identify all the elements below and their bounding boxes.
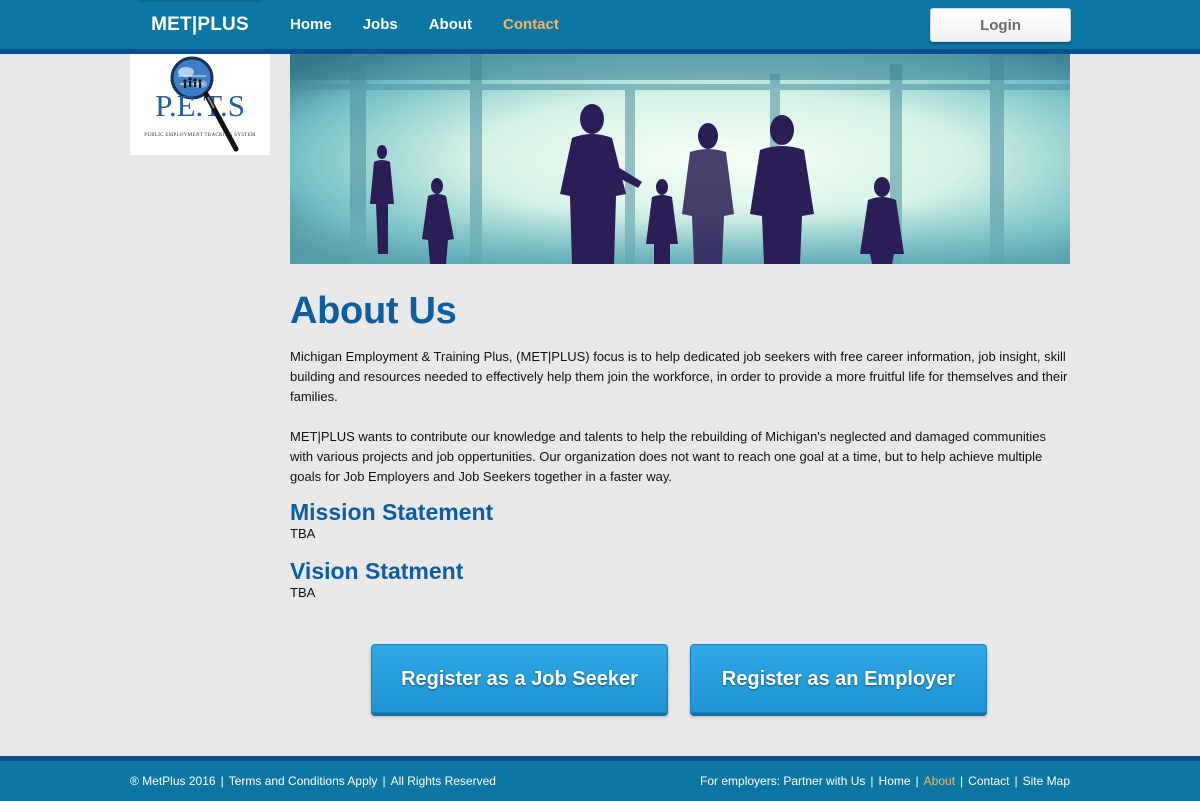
login-button[interactable]: Login <box>930 8 1071 42</box>
footer-separator: | <box>1014 774 1018 788</box>
business-silhouettes-image <box>290 54 1070 264</box>
about-paragraph-1: Michigan Employment & Training Plus, (ME… <box>290 349 1068 404</box>
main-nav: Home Jobs About Contact <box>274 0 574 48</box>
pets-logo[interactable]: P.E.T.S PUBLIC EMPLOYMENT TRACKING SYSTE… <box>130 54 270 155</box>
footer-rights: All Rights Reserved <box>390 774 496 788</box>
footer-link-sitemap[interactable]: Site Map <box>1023 774 1070 788</box>
register-employer-button[interactable]: Register as an Employer <box>690 644 987 713</box>
about-section: About Us Michigan Employment & Training … <box>290 288 1072 601</box>
footer-link-home[interactable]: Home <box>879 774 911 788</box>
page-title: About Us <box>290 290 457 332</box>
hero-image <box>290 54 1070 264</box>
footer-separator: | <box>915 774 919 788</box>
footer-separator: | <box>870 774 874 788</box>
footer-copyright-block: ® MetPlus 2016 | Terms and Conditions Appl… <box>130 761 496 801</box>
nav-contact[interactable]: Contact <box>503 16 559 33</box>
footer-separator: | <box>382 774 386 788</box>
footer-links: For employers: Partner with Us | Home | Abou… <box>700 761 1070 801</box>
nav-home[interactable]: Home <box>290 16 332 33</box>
pets-logo-subtitle: PUBLIC EMPLOYMENT TRACKING SYSTEM <box>144 133 256 138</box>
vision-heading: Vision Statment <box>290 558 464 584</box>
page-footer: ® MetPlus 2016 | Terms and Conditions Appl… <box>0 756 1200 801</box>
mission-text: TBA <box>290 526 316 541</box>
footer-link-partner[interactable]: For employers: Partner with Us <box>700 774 865 788</box>
nav-about[interactable]: About <box>429 16 472 33</box>
top-header: MET|PLUS Home Jobs About Contact Login <box>0 0 1200 54</box>
footer-link-about[interactable]: About <box>924 774 955 788</box>
nav-jobs[interactable]: Jobs <box>363 16 398 33</box>
footer-separator: | <box>220 774 224 788</box>
vision-text: TBA <box>290 585 316 600</box>
footer-copyright: ® MetPlus 2016 <box>130 774 216 788</box>
mission-heading: Mission Statement <box>290 499 494 525</box>
register-job-seeker-button[interactable]: Register as a Job Seeker <box>371 644 668 713</box>
footer-terms-link[interactable]: Terms and Conditions Apply <box>229 774 378 788</box>
about-paragraph-2: MET|PLUS wants to contribute our knowled… <box>290 429 1046 484</box>
pets-logo-image: P.E.T.S PUBLIC EMPLOYMENT TRACKING SYSTE… <box>130 54 270 155</box>
footer-link-contact[interactable]: Contact <box>968 774 1009 788</box>
brand-logo[interactable]: MET|PLUS <box>138 0 262 48</box>
footer-separator: | <box>960 774 964 788</box>
pets-logo-text: P.E.T.S <box>155 88 245 123</box>
